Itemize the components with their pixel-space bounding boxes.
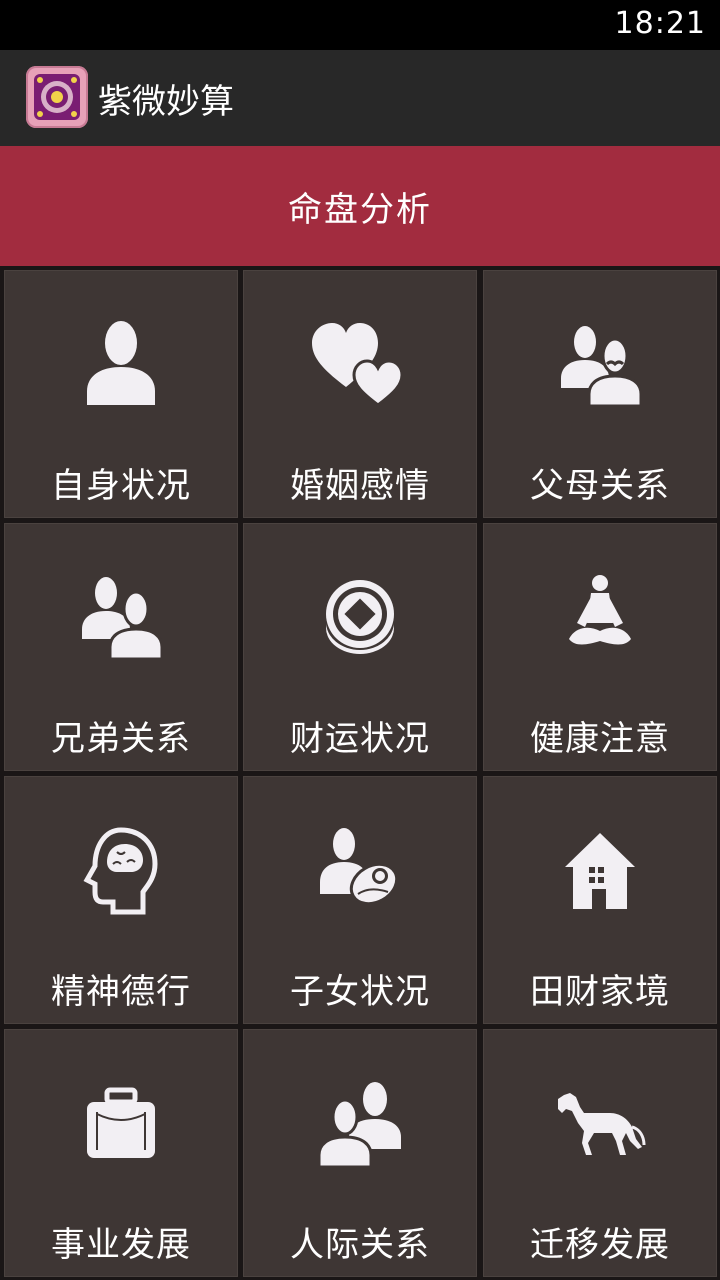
tile-spirit[interactable]: 精神德行 bbox=[4, 776, 238, 1024]
tile-label: 兄弟关系 bbox=[51, 719, 191, 759]
briefcase-icon bbox=[4, 1069, 238, 1179]
coin-icon bbox=[243, 563, 477, 673]
horse-icon bbox=[483, 1069, 717, 1179]
tile-marriage[interactable]: 婚姻感情 bbox=[243, 270, 477, 518]
tile-label: 自身状况 bbox=[51, 466, 191, 506]
tile-label: 精神德行 bbox=[51, 972, 191, 1012]
parent-baby-icon bbox=[243, 816, 477, 926]
tile-label: 田财家境 bbox=[530, 972, 670, 1012]
app-logo-icon[interactable] bbox=[26, 66, 88, 128]
people-icon bbox=[243, 1069, 477, 1179]
tile-estate[interactable]: 田财家境 bbox=[483, 776, 717, 1024]
tile-wealth[interactable]: 财运状况 bbox=[243, 523, 477, 771]
section-title: 命盘分析 bbox=[288, 189, 432, 230]
tile-migration[interactable]: 迁移发展 bbox=[483, 1029, 717, 1277]
parents-icon bbox=[483, 310, 717, 420]
tile-self-status[interactable]: 自身状况 bbox=[4, 270, 238, 518]
tile-parents[interactable]: 父母关系 bbox=[483, 270, 717, 518]
tile-career[interactable]: 事业发展 bbox=[4, 1029, 238, 1277]
tile-label: 健康注意 bbox=[530, 719, 670, 759]
tile-label: 婚姻感情 bbox=[290, 466, 430, 506]
analysis-grid: 自身状况 婚姻感情 父母关系 兄弟关系 财运状况 健康注意 精神德行 子女状况 … bbox=[0, 266, 720, 1280]
tile-children[interactable]: 子女状况 bbox=[243, 776, 477, 1024]
section-banner: 命盘分析 bbox=[0, 146, 720, 266]
tile-label: 事业发展 bbox=[51, 1225, 191, 1265]
tile-label: 迁移发展 bbox=[530, 1225, 670, 1265]
meditation-icon bbox=[483, 563, 717, 673]
tile-label: 子女状况 bbox=[290, 972, 430, 1012]
house-icon bbox=[483, 816, 717, 926]
tile-label: 人际关系 bbox=[290, 1225, 430, 1265]
status-time: 18:21 bbox=[614, 6, 706, 41]
tile-health[interactable]: 健康注意 bbox=[483, 523, 717, 771]
action-bar: 紫微妙算 bbox=[0, 50, 720, 146]
hearts-icon bbox=[243, 310, 477, 420]
tile-siblings[interactable]: 兄弟关系 bbox=[4, 523, 238, 771]
app-title: 紫微妙算 bbox=[98, 82, 234, 122]
status-bar: 18:21 bbox=[0, 0, 720, 50]
tile-label: 父母关系 bbox=[530, 466, 670, 506]
brain-head-icon bbox=[4, 816, 238, 926]
tile-relations[interactable]: 人际关系 bbox=[243, 1029, 477, 1277]
person-icon bbox=[4, 310, 238, 420]
tile-label: 财运状况 bbox=[290, 719, 430, 759]
siblings-icon bbox=[4, 563, 238, 673]
